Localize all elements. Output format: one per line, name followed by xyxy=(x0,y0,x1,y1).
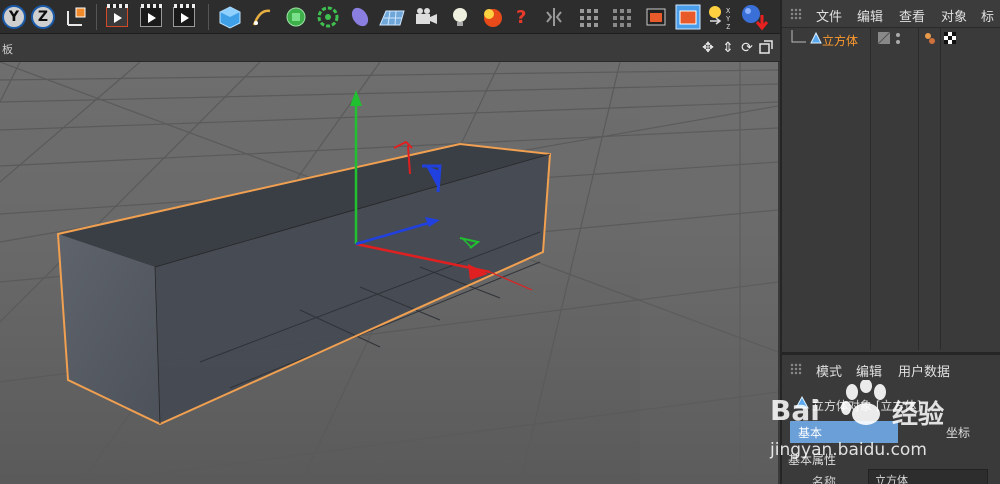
grid-array-button[interactable] xyxy=(608,3,636,31)
maximize-view-glyph xyxy=(759,40,773,54)
cloner-button[interactable] xyxy=(314,3,342,31)
attribute-object-title: 立方体对象 [立方体] xyxy=(812,399,922,413)
render-settings-button[interactable] xyxy=(170,3,198,31)
scene-objects-button[interactable] xyxy=(740,3,768,31)
material-icon xyxy=(484,9,502,27)
axis-z-icon: Z xyxy=(31,5,55,29)
light-button[interactable] xyxy=(446,3,474,31)
cube-icon xyxy=(219,6,241,29)
deformer-icon xyxy=(351,7,369,27)
deformer-button[interactable] xyxy=(346,3,374,31)
tags-column-icons[interactable] xyxy=(922,28,962,50)
name-field-label: 名称 xyxy=(812,475,837,484)
axis-y-lock-button[interactable]: Y xyxy=(0,3,28,31)
xyz-light-button[interactable]: XYZ xyxy=(706,3,734,31)
toolbar-separator xyxy=(96,4,97,30)
render-picture-viewer-icon xyxy=(140,4,163,27)
coordinate-system-button[interactable] xyxy=(62,3,90,31)
menu-file[interactable]: 文件 xyxy=(816,6,842,25)
render-view-icon xyxy=(106,4,129,27)
tab-coordinates[interactable]: 坐标 xyxy=(938,421,978,443)
menu-mode[interactable]: 模式 xyxy=(816,361,842,380)
coordinate-system-icon xyxy=(67,7,86,26)
render-picture-viewer-button[interactable] xyxy=(137,3,165,31)
attribute-manager: 模式 编辑 用户数据 立方体对象 [立方体] 基本 坐标 基本属性 名称 立方体 xyxy=(782,352,1000,484)
visibility-toggle-icon[interactable] xyxy=(876,28,906,50)
render-region-icon xyxy=(646,8,666,26)
pen-icon xyxy=(252,9,271,26)
menu-edit[interactable]: 编辑 xyxy=(856,361,882,380)
panel-grip-icon[interactable] xyxy=(790,363,802,375)
move-view-icon[interactable]: ✥ xyxy=(700,40,716,56)
interactive-render-icon xyxy=(675,4,701,30)
viewport-header: 板 ✥ ⇕ ⟳ xyxy=(0,34,780,62)
render-settings-icon xyxy=(173,4,196,27)
axis-y-icon: Y xyxy=(2,5,26,29)
object-list: 立方体 xyxy=(782,28,1000,350)
object-manager-menu: 文件 编辑 查看 对象 标签 xyxy=(782,0,1000,44)
array-button[interactable] xyxy=(575,3,603,31)
interactive-render-button[interactable] xyxy=(674,3,702,31)
render-region-button[interactable] xyxy=(642,3,670,31)
help-button[interactable]: ? xyxy=(508,3,536,31)
column-divider xyxy=(918,28,919,350)
object-row-cube[interactable]: 立方体 xyxy=(782,28,1000,50)
floor-button[interactable] xyxy=(378,3,406,31)
material-button[interactable] xyxy=(478,3,506,31)
svg-text:Y: Y xyxy=(726,15,731,23)
subdivision-button[interactable] xyxy=(282,3,310,31)
object-name[interactable]: 立方体 xyxy=(822,32,858,49)
floor-icon xyxy=(379,10,405,26)
camera-button[interactable] xyxy=(412,3,440,31)
tab-basic[interactable]: 基本 xyxy=(790,421,898,443)
symmetry-button[interactable] xyxy=(540,3,568,31)
scene-objects-icon xyxy=(742,5,768,31)
column-divider xyxy=(940,28,941,350)
right-panel: 文件 编辑 查看 对象 标签 立方体 模式 xyxy=(780,0,1000,484)
add-cube-button[interactable] xyxy=(216,3,244,31)
toolbar-separator xyxy=(208,4,209,30)
xyz-light-icon: XYZ xyxy=(709,6,731,31)
svg-text:?: ? xyxy=(516,7,526,28)
render-view-button[interactable] xyxy=(103,3,131,31)
array-icon xyxy=(580,9,598,27)
main-toolbar: Y Z ? X Y Z xyxy=(0,0,780,34)
question-icon: ? xyxy=(516,7,526,28)
menu-edit[interactable]: 编辑 xyxy=(857,6,883,25)
viewport-canvas xyxy=(0,62,778,484)
subdivision-icon xyxy=(286,7,306,27)
svg-text:Z: Z xyxy=(726,23,730,31)
attribute-manager-menu: 模式 编辑 用户数据 xyxy=(782,355,1000,383)
section-basic-properties: 基本属性 xyxy=(788,453,837,467)
axis-z-lock-button[interactable]: Z xyxy=(29,3,57,31)
symmetry-icon xyxy=(546,8,562,26)
cloner-icon xyxy=(317,6,339,28)
menu-view[interactable]: 查看 xyxy=(899,6,925,25)
menu-object[interactable]: 对象 xyxy=(941,6,967,25)
camera-icon xyxy=(416,8,437,24)
viewport-panel-label: 板 xyxy=(2,43,13,56)
column-divider xyxy=(870,28,871,350)
panel-grip-icon[interactable] xyxy=(790,8,802,20)
light-bulb-icon xyxy=(453,8,467,26)
maximize-view-icon[interactable] xyxy=(758,40,774,56)
svg-text:X: X xyxy=(726,7,731,15)
cube-object-icon xyxy=(795,395,809,409)
3d-viewport[interactable] xyxy=(0,62,778,484)
zoom-view-icon[interactable]: ⇕ xyxy=(720,40,736,56)
name-field[interactable]: 立方体 xyxy=(868,469,988,484)
rotate-view-icon[interactable]: ⟳ xyxy=(739,40,755,56)
pen-tool-button[interactable] xyxy=(248,3,276,31)
menu-user-data[interactable]: 用户数据 xyxy=(898,361,950,380)
grid-array-icon xyxy=(613,9,631,27)
